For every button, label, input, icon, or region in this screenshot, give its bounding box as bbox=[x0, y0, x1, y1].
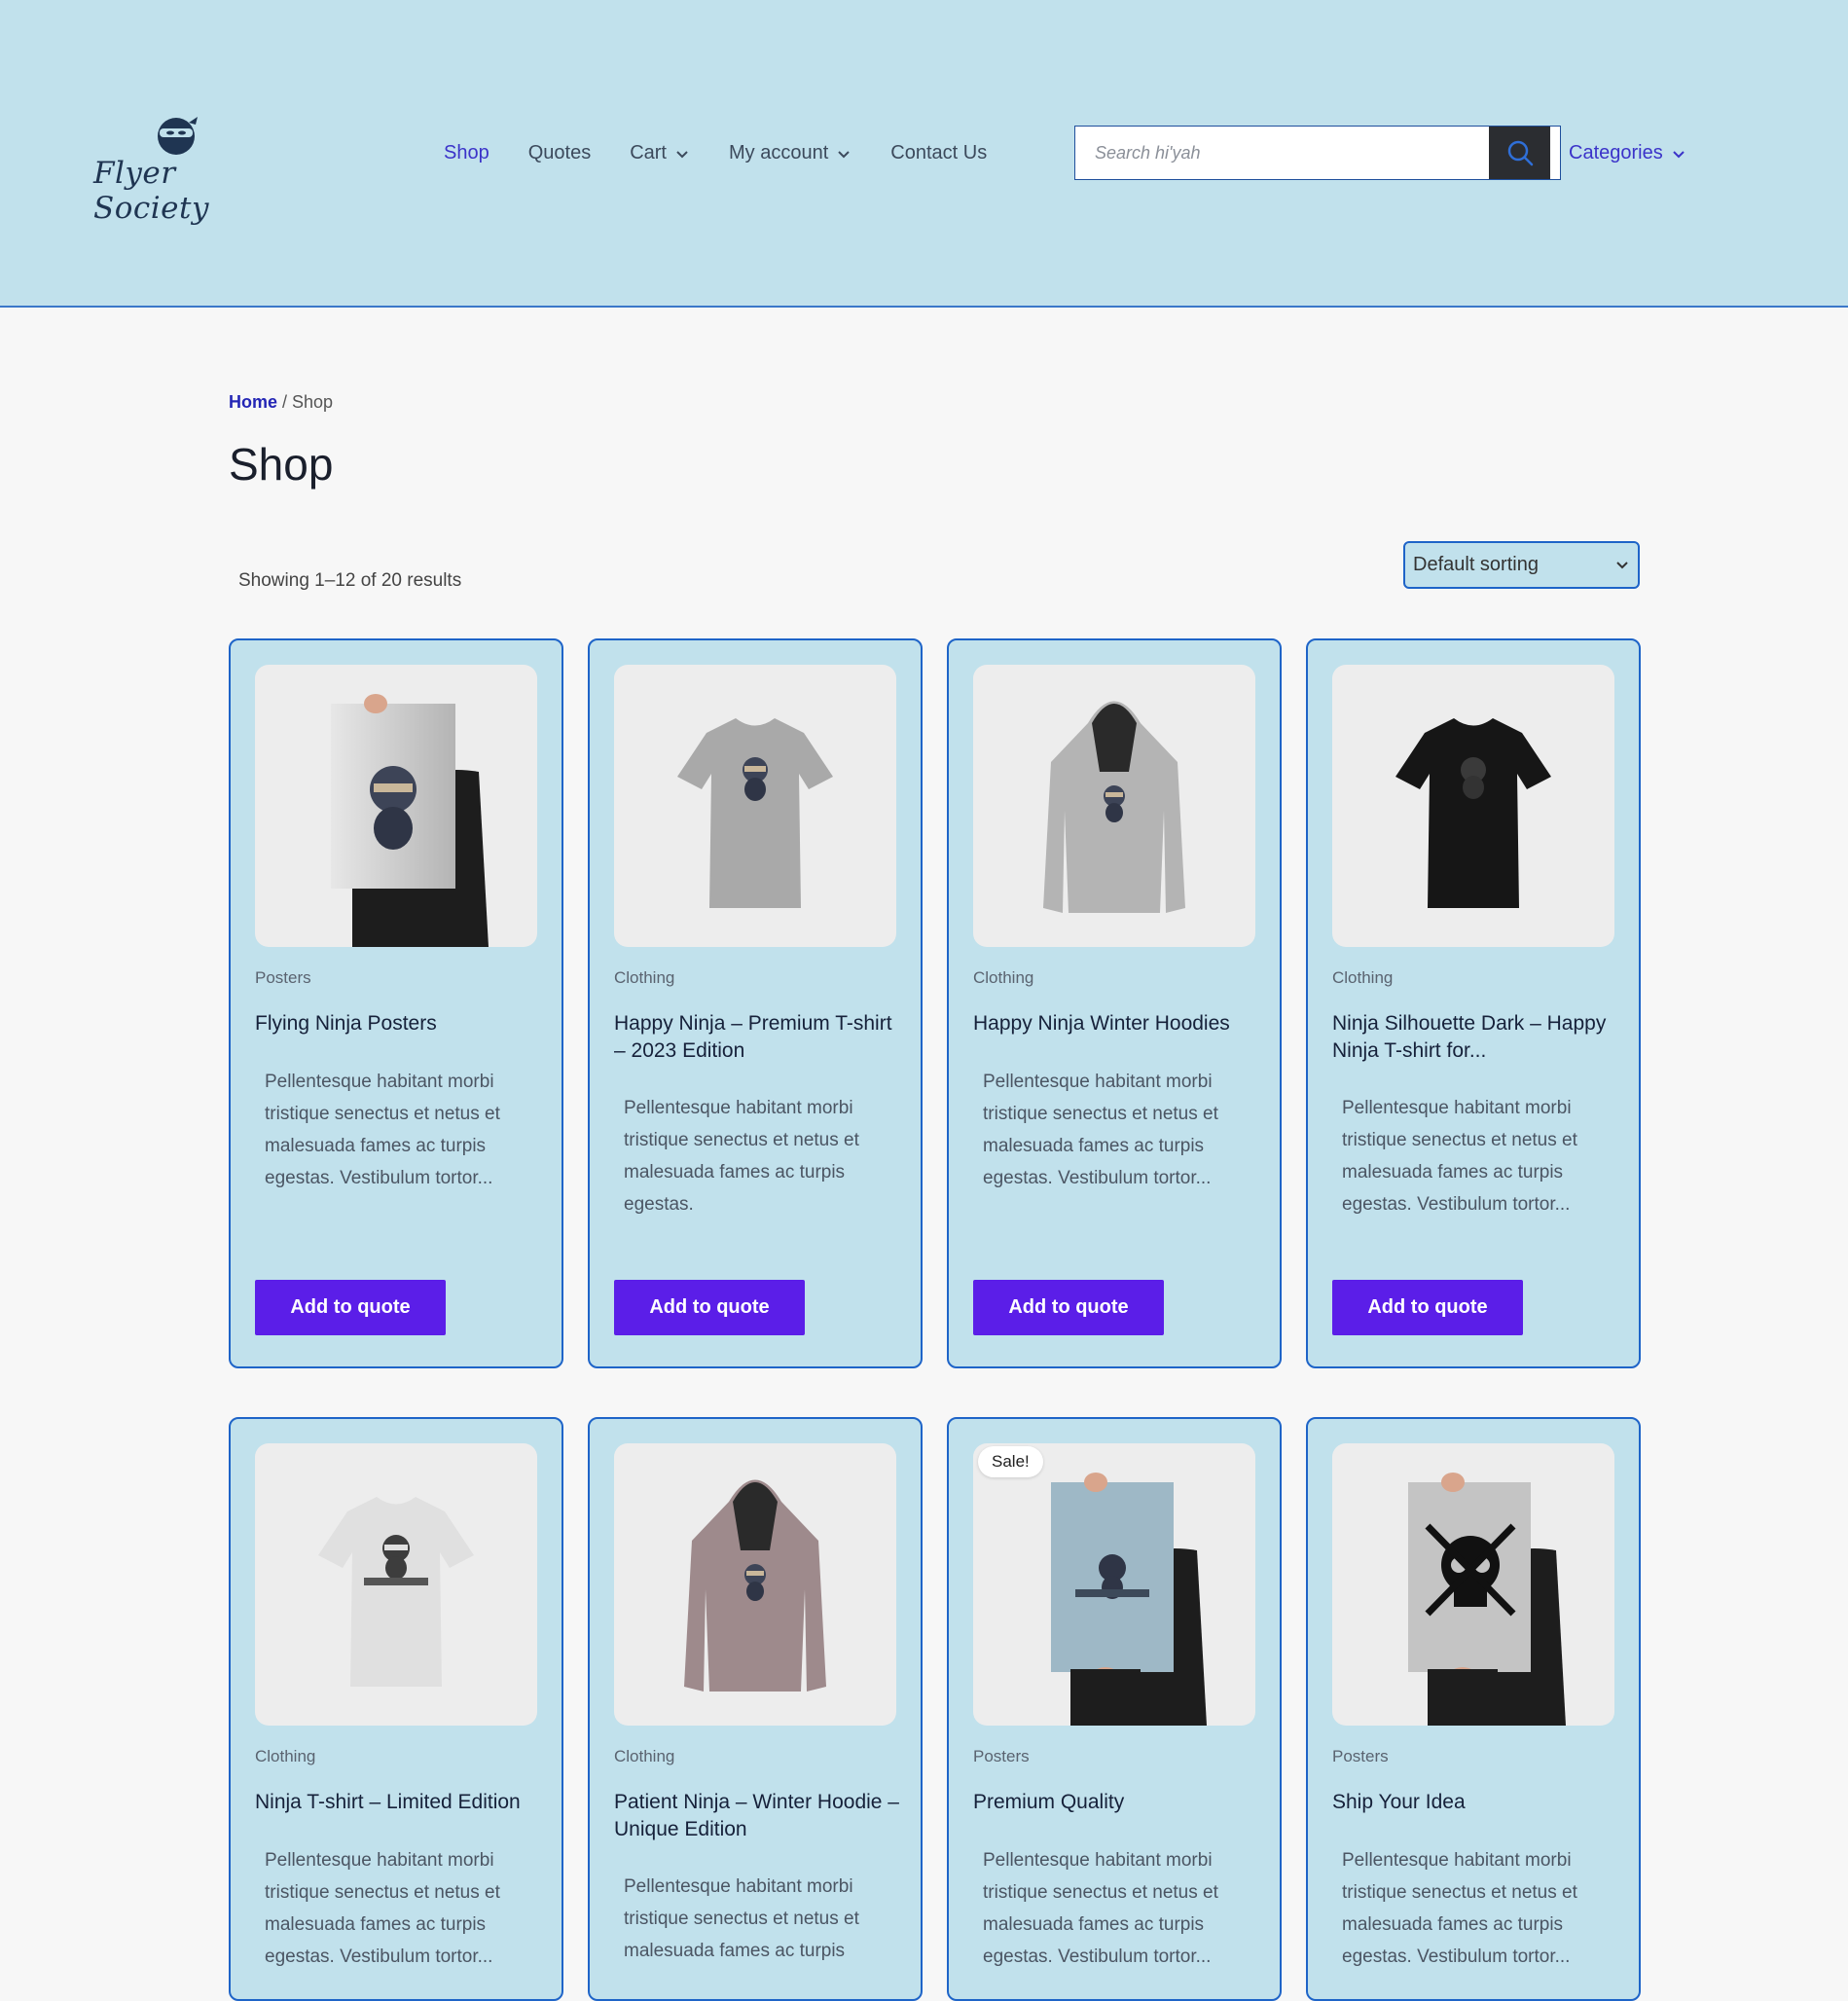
result-count: Showing 1–12 of 20 results bbox=[238, 570, 462, 591]
product-description: Pellentesque habitant morbi tristique se… bbox=[1342, 1850, 1577, 1967]
product-title[interactable]: Patient Ninja – Winter Hoodie – Unique E… bbox=[614, 1789, 906, 1843]
add-to-quote-button[interactable]: Add to quote bbox=[255, 1280, 446, 1335]
product-title[interactable]: Happy Ninja Winter Hoodies bbox=[973, 1010, 1265, 1037]
chevron-down-icon bbox=[838, 150, 850, 158]
add-to-quote-button[interactable]: Add to quote bbox=[973, 1280, 1164, 1335]
site-logo[interactable]: Flyer Society bbox=[93, 113, 265, 226]
breadcrumb-home-link[interactable]: Home bbox=[229, 392, 277, 412]
product-card: Clothing Happy Ninja Winter Hoodies Pell… bbox=[947, 638, 1282, 1368]
nav-cart[interactable]: Cart bbox=[630, 142, 690, 164]
product-category[interactable]: Clothing bbox=[1332, 968, 1393, 988]
product-category[interactable]: Clothing bbox=[255, 1747, 315, 1766]
black-tshirt-image bbox=[1395, 718, 1551, 908]
product-card: Posters Flying Ninja Posters Pellentesqu… bbox=[229, 638, 563, 1368]
product-description: Pellentesque habitant morbi tristique se… bbox=[624, 1098, 859, 1215]
product-image[interactable] bbox=[973, 665, 1255, 947]
product-description: Pellentesque habitant morbi tristique se… bbox=[265, 1072, 500, 1188]
breadcrumb: Home / Shop bbox=[229, 392, 333, 413]
product-image[interactable] bbox=[1332, 1443, 1614, 1726]
product-image[interactable] bbox=[614, 665, 896, 947]
nav-contact-us[interactable]: Contact Us bbox=[890, 142, 987, 164]
breadcrumb-separator: / bbox=[277, 392, 293, 412]
product-title[interactable]: Ninja Silhouette Dark – Happy Ninja T-sh… bbox=[1332, 1010, 1624, 1065]
product-card: Clothing Happy Ninja – Premium T-shirt –… bbox=[588, 638, 923, 1368]
product-title[interactable]: Flying Ninja Posters bbox=[255, 1010, 547, 1037]
product-image[interactable] bbox=[255, 1443, 537, 1726]
search-button[interactable] bbox=[1489, 127, 1550, 179]
poster-blue-image bbox=[1051, 1473, 1207, 1726]
product-category[interactable]: Posters bbox=[255, 968, 311, 988]
chevron-down-icon bbox=[1673, 150, 1685, 158]
product-card: Clothing Ninja Silhouette Dark – Happy N… bbox=[1306, 638, 1641, 1368]
grey-tshirt-image bbox=[677, 718, 833, 908]
product-title[interactable]: Premium Quality bbox=[973, 1789, 1265, 1816]
product-card: Posters Ship Your Idea Pellentesque habi… bbox=[1306, 1417, 1641, 2001]
product-image[interactable] bbox=[255, 665, 537, 947]
mauve-hoodie-image bbox=[684, 1479, 826, 1692]
product-description: Pellentesque habitant morbi tristique se… bbox=[983, 1072, 1218, 1188]
product-category[interactable]: Clothing bbox=[614, 968, 674, 988]
logo-text: Flyer Society bbox=[93, 156, 209, 226]
search-input[interactable] bbox=[1075, 127, 1489, 179]
poster-ninja-image bbox=[331, 694, 489, 947]
product-card: Clothing Ninja T-shirt – Limited Edition… bbox=[229, 1417, 563, 2001]
product-image[interactable] bbox=[614, 1443, 896, 1726]
grey-hoodie-image bbox=[1043, 701, 1185, 913]
chevron-down-icon bbox=[1616, 562, 1628, 569]
product-title[interactable]: Happy Ninja – Premium T-shirt – 2023 Edi… bbox=[614, 1010, 906, 1065]
sale-badge: Sale! bbox=[978, 1446, 1043, 1477]
poster-skull-image bbox=[1408, 1473, 1566, 1726]
product-description: Pellentesque habitant morbi tristique se… bbox=[265, 1850, 500, 1967]
product-description: Pellentesque habitant morbi tristique se… bbox=[983, 1850, 1218, 1967]
product-card: Clothing Patient Ninja – Winter Hoodie –… bbox=[588, 1417, 923, 2001]
breadcrumb-current: Shop bbox=[292, 392, 334, 412]
product-category[interactable]: Posters bbox=[973, 1747, 1030, 1766]
product-image[interactable]: Sale! bbox=[973, 1443, 1255, 1726]
product-image[interactable] bbox=[1332, 665, 1614, 947]
site-header: Flyer Society Shop Quotes Cart My accoun… bbox=[0, 0, 1848, 308]
product-title[interactable]: Ninja T-shirt – Limited Edition bbox=[255, 1789, 547, 1816]
page-title: Shop bbox=[229, 439, 334, 490]
search-form bbox=[1074, 126, 1561, 180]
product-category[interactable]: Posters bbox=[1332, 1747, 1389, 1766]
sorting-selected-value: Default sorting bbox=[1413, 554, 1539, 575]
white-tshirt-image bbox=[318, 1497, 474, 1687]
product-category[interactable]: Clothing bbox=[614, 1747, 674, 1766]
main-nav: Shop Quotes Cart My account Contact Us bbox=[444, 142, 1026, 164]
product-description: Pellentesque habitant morbi tristique se… bbox=[1342, 1098, 1577, 1215]
product-description: Pellentesque habitant morbi tristique se… bbox=[624, 1876, 859, 1961]
add-to-quote-button[interactable]: Add to quote bbox=[614, 1280, 805, 1335]
categories-menu[interactable]: Categories bbox=[1569, 142, 1686, 164]
search-icon bbox=[1507, 140, 1533, 166]
sorting-select[interactable]: Default sorting bbox=[1403, 541, 1640, 589]
product-title[interactable]: Ship Your Idea bbox=[1332, 1789, 1624, 1816]
nav-shop[interactable]: Shop bbox=[444, 142, 489, 164]
chevron-down-icon bbox=[676, 150, 688, 158]
ninja-logo-icon bbox=[158, 117, 198, 155]
product-card: Sale! Posters Premium Quality Pellentesq… bbox=[947, 1417, 1282, 2001]
add-to-quote-button[interactable]: Add to quote bbox=[1332, 1280, 1523, 1335]
product-category[interactable]: Clothing bbox=[973, 968, 1033, 988]
nav-quotes[interactable]: Quotes bbox=[528, 142, 591, 164]
nav-my-account[interactable]: My account bbox=[729, 142, 852, 164]
